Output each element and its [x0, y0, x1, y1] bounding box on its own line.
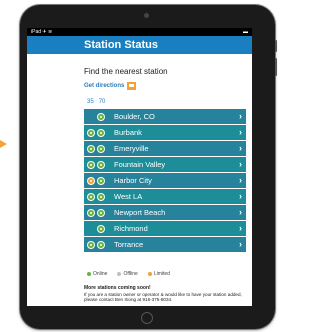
station-row[interactable]: Boulder, CO › [84, 109, 246, 124]
status-dots [84, 160, 114, 169]
legend-offline-label: Offline [123, 271, 138, 277]
status-dots [84, 240, 114, 249]
volume-button [275, 58, 277, 76]
camera-icon [144, 13, 149, 18]
limited-status-icon [87, 176, 95, 185]
chevron-right-icon: › [239, 207, 242, 217]
status-bar: iPad ✈ ≋ ▬ [27, 28, 252, 36]
online-status-icon [87, 208, 95, 217]
legend-limited-label: Limited [153, 271, 170, 277]
station-row[interactable]: West LA › [84, 189, 246, 204]
legend: Online Offline Limited [87, 271, 170, 277]
chevron-right-icon: › [239, 223, 242, 233]
station-row[interactable]: Torrance › [84, 237, 246, 252]
limited-dot-icon [147, 272, 152, 276]
chevron-right-icon: › [239, 239, 242, 249]
online-status-icon [87, 144, 95, 153]
chevron-right-icon: › [239, 143, 242, 153]
battery-icon: ▬ [243, 29, 248, 35]
station-list: Boulder, CO › Burbank › Emeryville › Fountain … [84, 109, 246, 253]
station-row[interactable]: Harbor City › [84, 173, 246, 188]
directions-label: Get directions [84, 83, 125, 89]
left-arrow-icon [0, 140, 7, 148]
offline-dot-icon [117, 272, 122, 276]
station-name: Burbank [114, 128, 142, 137]
online-status-icon [97, 224, 105, 233]
online-status-icon [97, 208, 105, 217]
side-button [275, 40, 277, 52]
page-title: Station Status [27, 36, 252, 54]
online-status-icon [87, 160, 95, 169]
station-name: Harbor City [114, 176, 152, 185]
online-status-icon [97, 112, 105, 121]
station-row[interactable]: Newport Beach › [84, 205, 246, 220]
online-status-icon [87, 240, 95, 249]
status-dots [84, 144, 114, 153]
main-content: Find the nearest station Get directions … [27, 54, 252, 306]
online-status-icon [97, 192, 105, 201]
chevron-right-icon: › [239, 191, 242, 201]
map-pin-icon [127, 82, 137, 90]
chevron-right-icon: › [239, 127, 242, 137]
more-stations-text: If you are a station owner or operator &… [84, 291, 242, 303]
online-status-icon [97, 176, 105, 185]
legend-online-label: Online [93, 271, 108, 277]
status-dots [84, 208, 114, 217]
status-dots [84, 112, 114, 121]
status-dots [84, 176, 114, 185]
legend-offline: Offline [117, 271, 138, 277]
find-label: Find the nearest station [84, 67, 168, 76]
status-dots [84, 128, 114, 137]
status-dots [84, 224, 114, 233]
zoom-links: 35 70 [87, 99, 105, 105]
station-name: West LA [114, 192, 143, 201]
home-button[interactable] [141, 312, 153, 324]
station-name: Richmond [114, 224, 148, 233]
online-dot-icon [87, 272, 91, 276]
station-row[interactable]: Burbank › [84, 125, 246, 140]
online-status-icon [97, 160, 105, 169]
station-row[interactable]: Richmond › [84, 221, 246, 236]
station-name: Emeryville [114, 144, 149, 153]
status-dots [84, 192, 114, 201]
zoom-70-link[interactable]: 70 [99, 99, 106, 105]
chevron-right-icon: › [239, 111, 242, 121]
chevron-right-icon: › [239, 175, 242, 185]
more-stations-notice: More stations coming soon! If you are a … [84, 285, 244, 303]
get-directions-link[interactable]: Get directions [84, 82, 137, 90]
station-row[interactable]: Emeryville › [84, 141, 246, 156]
station-row[interactable]: Fountain Valley › [84, 157, 246, 172]
legend-limited: Limited [147, 271, 170, 277]
station-name: Newport Beach [114, 208, 166, 217]
online-status-icon [97, 240, 105, 249]
station-name: Boulder, CO [114, 112, 155, 121]
online-status-icon [97, 128, 105, 137]
online-status-icon [87, 128, 95, 137]
online-status-icon [87, 192, 95, 201]
legend-online: Online [87, 271, 107, 277]
station-name: Fountain Valley [114, 160, 166, 169]
chevron-right-icon: › [239, 159, 242, 169]
online-status-icon [97, 144, 105, 153]
tablet-screen: iPad ✈ ≋ ▬ Station Status Find the neare… [27, 28, 252, 306]
status-left: iPad ✈ ≋ [31, 29, 53, 35]
zoom-35-link[interactable]: 35 [87, 99, 94, 105]
station-name: Torrance [114, 240, 144, 249]
